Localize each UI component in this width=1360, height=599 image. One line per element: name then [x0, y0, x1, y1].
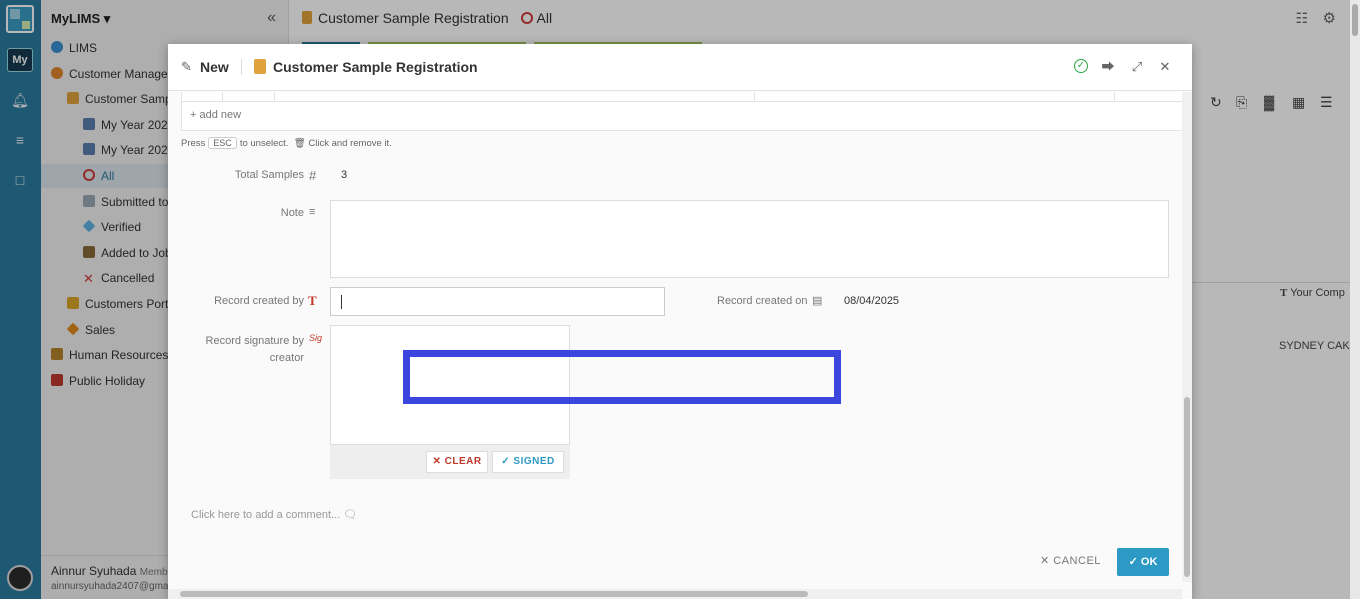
number-icon: #: [309, 168, 317, 183]
divider: [241, 59, 242, 75]
scrollbar-thumb[interactable]: [180, 591, 808, 597]
button-label: OK: [1140, 556, 1158, 568]
field-label: Total Samples: [234, 169, 304, 181]
comment-icon: 🗨︎: [343, 509, 358, 521]
close-icon: ✕: [432, 456, 442, 467]
add-new-label: add new: [199, 109, 242, 121]
signature-label: Record signature by creator: [206, 333, 304, 367]
hint-text: Click and remove it.: [308, 138, 392, 149]
total-samples-label: Total Samples: [235, 169, 304, 181]
cancel-button[interactable]: ✕ CANCEL: [1040, 554, 1101, 567]
created-on-label: Record created on: [717, 295, 808, 307]
note-field[interactable]: [330, 200, 1169, 278]
close-icon: ✕: [1040, 555, 1050, 567]
created-by-input[interactable]: [330, 287, 665, 316]
check-icon: ✓: [1128, 556, 1138, 568]
signed-button[interactable]: ✓ SIGNED: [492, 451, 564, 473]
check-circle-icon[interactable]: ✓: [1074, 59, 1088, 73]
grid-hint: Press ESC to unselect. 🗑︎ Click and remove…: [181, 137, 392, 149]
trash-icon: 🗑︎: [293, 138, 306, 149]
button-label: CANCEL: [1053, 555, 1101, 567]
check-icon: ✓: [501, 456, 511, 467]
created-by-label: Record created by: [214, 295, 304, 307]
hint-text: to unselect.: [239, 138, 289, 149]
dialog-title: Customer Sample Registration: [273, 59, 478, 75]
calendar-icon: ▤: [812, 295, 823, 307]
text-type-icon: T: [308, 293, 317, 308]
divider: [182, 101, 1185, 102]
close-icon[interactable]: ✕: [1157, 59, 1173, 75]
button-label: CLEAR: [444, 456, 482, 467]
record-dialog: ✎ New Customer Sample Registration ✓ ⮕ ⤢…: [168, 44, 1192, 599]
ok-button[interactable]: ✓ OK: [1117, 548, 1169, 576]
share-icon[interactable]: ⮕: [1100, 59, 1116, 75]
scrollbar-thumb[interactable]: [1184, 397, 1190, 577]
samples-grid: + add new: [181, 92, 1185, 131]
created-on-value: 08/04/2025: [844, 295, 900, 307]
add-comment-link[interactable]: Click here to add a comment... 🗨︎: [191, 508, 357, 521]
total-samples-value: 3: [341, 169, 348, 181]
esc-key: ESC: [208, 137, 237, 149]
text-caret: [341, 295, 342, 309]
button-label: SIGNED: [513, 456, 555, 467]
clear-signature-button[interactable]: ✕ CLEAR: [426, 451, 488, 473]
comment-placeholder: Click here to add a comment...: [191, 509, 341, 521]
note-label: Note: [280, 207, 304, 219]
plus-icon: +: [190, 109, 197, 121]
dialog-mode: New: [200, 59, 229, 75]
scrollbar-thumb[interactable]: [1352, 4, 1358, 36]
edit-icon: ✎: [181, 59, 192, 74]
vertical-scrollbar[interactable]: [1182, 92, 1192, 582]
field-label: Record signature by: [205, 335, 304, 347]
signature-icon: Sig: [309, 333, 323, 343]
field-label: creator: [269, 352, 304, 364]
scroll-icon: [254, 59, 266, 74]
expand-icon[interactable]: ⤢: [1129, 59, 1145, 75]
signature-toolbar: ✕ CLEAR ✓ SIGNED: [330, 445, 570, 479]
add-new-row-button[interactable]: + add new: [190, 109, 241, 121]
page-scrollbar[interactable]: [1350, 0, 1360, 599]
horizontal-scrollbar[interactable]: [168, 589, 1182, 599]
highlight-annotation-box: [403, 350, 841, 404]
text-lines-icon: ≡: [309, 206, 316, 218]
hint-text: Press: [181, 138, 206, 149]
dialog-header: ✎ New Customer Sample Registration ✓ ⮕ ⤢…: [168, 44, 1192, 91]
